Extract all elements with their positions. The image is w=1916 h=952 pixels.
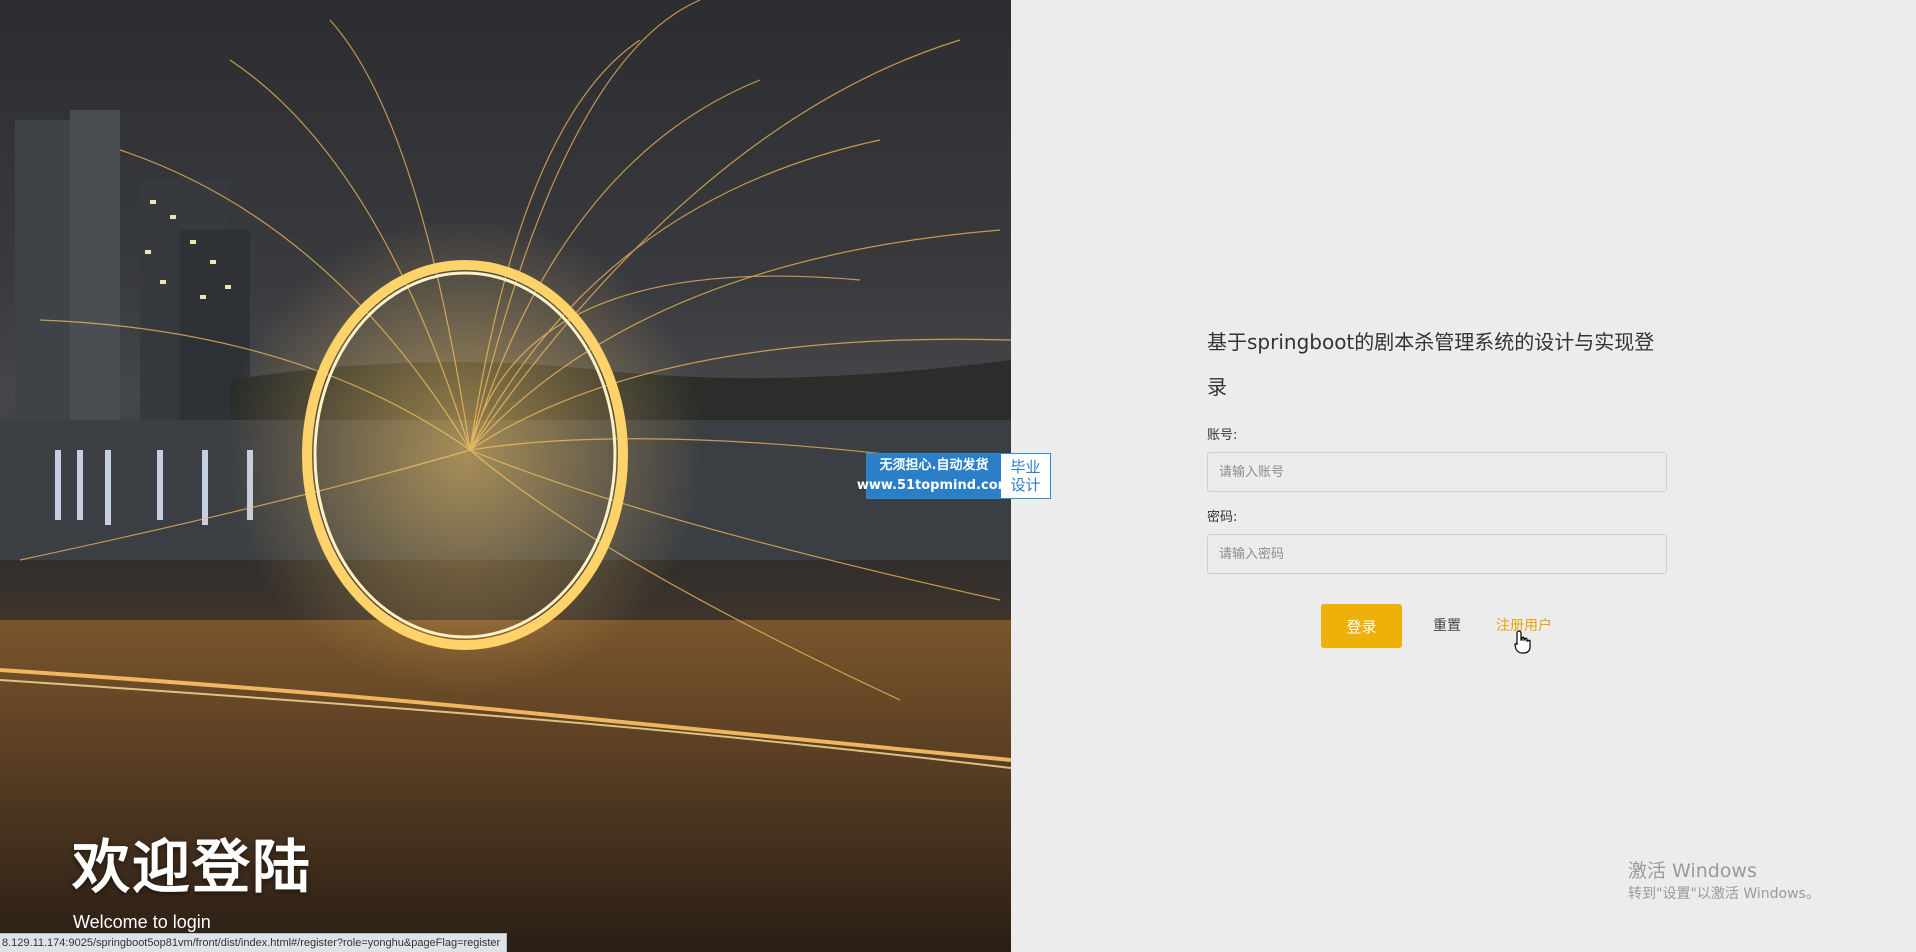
login-form: 基于springboot的剧本杀管理系统的设计与实现登录 账号: 密码: 登录 … — [1207, 320, 1667, 648]
login-page: 欢迎登陆 Welcome to login 无须担心.自动发货 www.51to… — [0, 0, 1916, 952]
form-actions: 登录 重置 注册用户 — [1207, 604, 1667, 648]
watermark-title: 激活 Windows — [1628, 860, 1757, 882]
login-button[interactable]: 登录 — [1321, 604, 1402, 648]
ad-badge-word2: 设计 — [1010, 476, 1041, 494]
hand-pointer-icon — [1514, 630, 1532, 658]
password-label: 密码: — [1207, 510, 1238, 525]
ad-badge-left: 无须担心.自动发货 www.51topmind.com — [857, 454, 1011, 498]
ad-badge-slogan: 无须担心.自动发货 — [879, 458, 989, 473]
form-title: 基于springboot的剧本杀管理系统的设计与实现登录 — [1207, 330, 1655, 399]
ad-badge-word1: 毕业 — [1010, 458, 1041, 476]
status-bar-url: 8.129.11.174:9025/springboot5op81vm/fron… — [0, 933, 508, 952]
hero-subtitle: Welcome to login — [73, 912, 211, 932]
password-input[interactable] — [1207, 534, 1667, 574]
windows-activation-watermark: 激活 Windows 转到"设置"以激活 Windows。 — [1628, 858, 1820, 904]
ad-badge-right: 毕业 设计 — [1001, 454, 1050, 498]
account-label: 账号: — [1207, 428, 1238, 443]
ad-badge-url: www.51topmind.com — [856, 478, 1012, 493]
hero-title: 欢迎登陆 — [72, 833, 313, 901]
reset-button[interactable]: 重置 — [1433, 604, 1461, 648]
ad-badge[interactable]: 无须担心.自动发货 www.51topmind.com 毕业 设计 — [857, 453, 1051, 499]
account-input[interactable] — [1207, 452, 1667, 492]
watermark-subtitle: 转到"设置"以激活 Windows。 — [1628, 886, 1820, 902]
